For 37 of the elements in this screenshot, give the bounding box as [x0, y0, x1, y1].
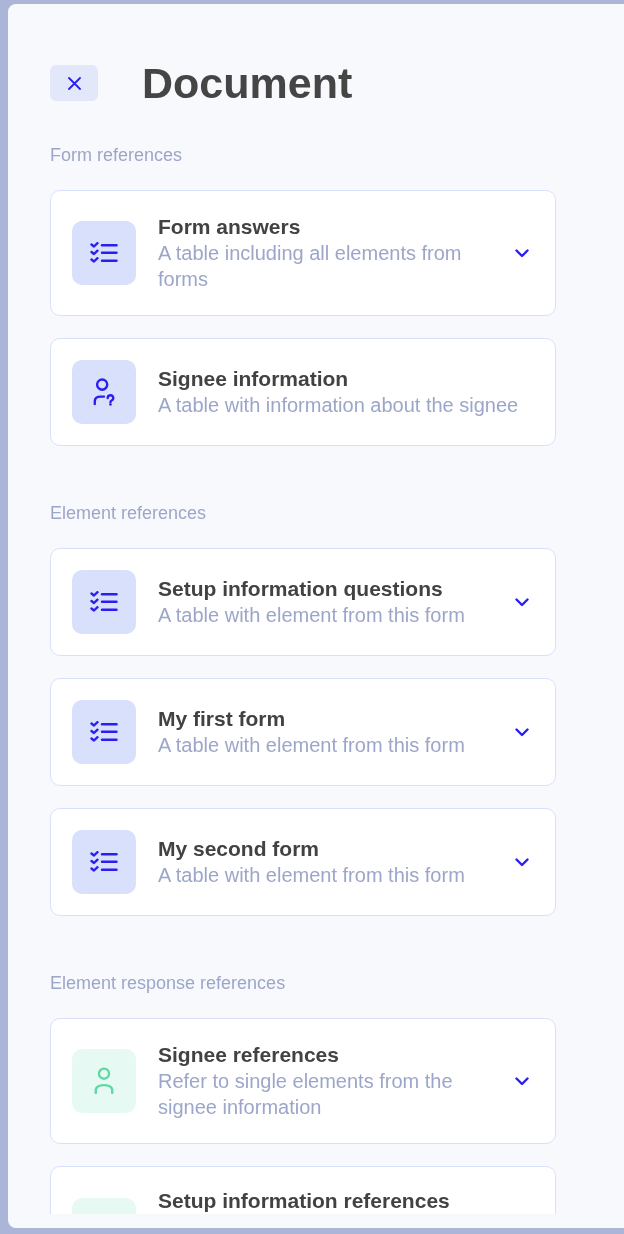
chevron-down-icon[interactable] — [515, 1076, 529, 1086]
card-description: A table including all elements from forms — [158, 241, 463, 292]
checklist-icon — [72, 700, 136, 764]
chevron-down-icon[interactable] — [515, 857, 529, 867]
card-title: Signee information — [158, 366, 350, 392]
card-description: A table with element from this form — [158, 733, 466, 758]
card-title: Setup information questions — [158, 576, 444, 602]
card-description: A table with information about the signee — [158, 393, 520, 418]
reference-card[interactable]: My first form A table with element from this form — [50, 678, 556, 786]
checklist-icon — [72, 221, 136, 285]
card-title: My first form — [158, 706, 287, 732]
card-description: A table with element from this form — [158, 863, 466, 888]
card-description: A table with element from this form — [158, 603, 466, 628]
person-question-icon — [72, 360, 136, 424]
card-title: Setup information references — [158, 1188, 451, 1214]
section-label: Element references — [50, 502, 207, 525]
checklist-icon — [72, 570, 136, 634]
close-icon — [67, 76, 81, 90]
section-label: Element response references — [50, 972, 286, 995]
checklist-icon — [72, 830, 136, 894]
card-title: Signee references — [158, 1042, 340, 1068]
reference-card[interactable]: Setup information references — [50, 1166, 556, 1214]
chevron-down-icon[interactable] — [515, 597, 529, 607]
chevron-down-icon[interactable] — [515, 727, 529, 737]
reference-card[interactable]: Signee information A table with information about the signee — [50, 338, 556, 446]
card-description: Refer to single elements from the signee information — [158, 1069, 454, 1120]
card-title: Form answers — [158, 214, 302, 240]
reference-card[interactable]: Signee references Refer to single elements from the signee information — [50, 1018, 556, 1144]
reference-card[interactable]: Form answers A table including all elements from forms — [50, 190, 556, 316]
reference-card[interactable]: Setup information questions A table with element from this form — [50, 548, 556, 656]
page-title: Document — [142, 58, 353, 108]
close-button[interactable] — [50, 65, 98, 101]
card-title: My second form — [158, 836, 321, 862]
chevron-down-icon[interactable] — [515, 248, 529, 258]
reference-card[interactable]: My second form A table with element from this form — [50, 808, 556, 916]
section-label: Form references — [50, 144, 183, 167]
person-icon — [72, 1049, 136, 1113]
